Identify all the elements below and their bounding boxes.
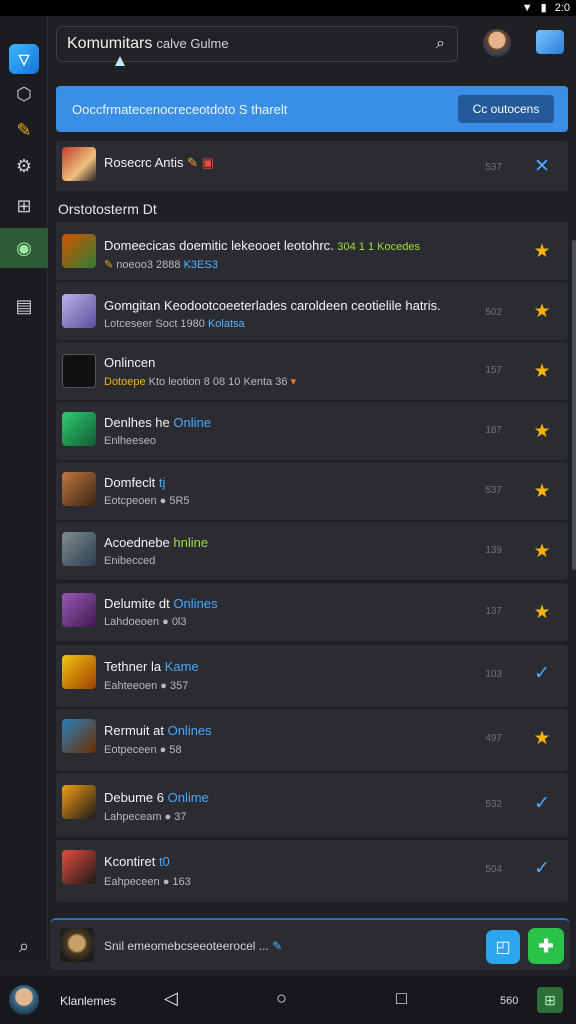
notification-banner: Ooccfrmatecenocreceotdoto S tharelt Cc o… — [56, 86, 568, 132]
status-time: 2:0 — [554, 2, 570, 14]
star-icon[interactable]: ★ — [530, 726, 554, 750]
list-item[interactable]: Domeecicas doemitic lekeooet leotohrc. 3… — [56, 222, 568, 280]
nav-recents-icon[interactable]: □ — [396, 988, 407, 1009]
search-rail-icon[interactable]: ⌕ — [0, 926, 48, 966]
app-logo-icon[interactable]: ▽ — [9, 44, 39, 74]
list-item[interactable]: Delumite dt Onlines Lahdoeoen ● 0l3 137 … — [56, 583, 568, 641]
message-composer: Snil emeomebcseeoteerocel ... ✎ ◰ ✚ — [50, 918, 570, 970]
search-icon[interactable]: ⌕ — [436, 35, 445, 53]
document-icon[interactable]: ▤ — [0, 286, 48, 326]
composer-input[interactable]: Snil emeomebcseeoteerocel ... ✎ — [104, 939, 282, 953]
list-item[interactable]: Denlhes he Online Enlheeseo 187 ★ — [56, 402, 568, 460]
side-rail: ▽ ⬡ ✎ ⚙ ⊞ ◉ ▤ ⌕ — [0, 16, 48, 960]
chat-icon[interactable]: ◉ — [0, 228, 48, 268]
check-icon[interactable]: ✓ — [530, 856, 554, 880]
star-icon[interactable]: ★ — [530, 359, 554, 383]
game-thumbnail — [62, 294, 96, 328]
game-thumbnail — [62, 719, 96, 753]
pinned-title: Rosecrc Antis ✎ ▣ — [104, 155, 214, 170]
section-heading: Orstotosterm Dt — [58, 201, 157, 217]
bottom-navigation: Klanlemes ◁ ○ □ 560 ⊞ — [0, 976, 576, 1024]
bottom-label: Klanlemes — [60, 994, 117, 1008]
status-bar: ▼ ▮ 2:0 — [0, 0, 576, 16]
game-thumbnail — [62, 472, 96, 506]
game-thumbnail — [62, 532, 96, 566]
list-item[interactable]: Kcontiret t0 Eahpeceen ● 163 504 ✓ — [56, 840, 568, 902]
pinned-count: 537 — [485, 162, 502, 173]
close-icon[interactable]: ✕ — [530, 154, 554, 178]
game-thumbnail — [62, 412, 96, 446]
apps-grid-icon[interactable]: ⊞ — [537, 987, 563, 1013]
star-icon[interactable]: ★ — [530, 419, 554, 443]
profile-avatar[interactable] — [9, 985, 39, 1015]
game-thumbnail — [62, 593, 96, 627]
list-item[interactable]: Debume 6 Onlime Lahpeceam ● 37 532 ✓ — [56, 773, 568, 837]
search-input[interactable]: Komumitars calve Gulme — [67, 35, 229, 53]
list-item[interactable]: Onlincen Dotoepe Kto leotion 8 08 10 Ken… — [56, 342, 568, 400]
package-icon[interactable] — [536, 30, 564, 54]
banner-text: Ooccfrmatecenocreceotdoto S tharelt — [72, 101, 288, 117]
check-icon[interactable]: ✓ — [530, 661, 554, 685]
check-icon[interactable]: ✓ — [530, 791, 554, 815]
pinned-row[interactable]: Rosecrc Antis ✎ ▣ 537 ✕ — [56, 141, 568, 191]
scrollbar[interactable] — [572, 240, 576, 570]
list-item[interactable]: Acoednebe hnline Enibecced 139 ★ — [56, 522, 568, 580]
send-button[interactable]: ✚ — [528, 928, 564, 964]
list-item[interactable]: Tethner la Kame Eahteeoen ● 357 103 ✓ — [56, 645, 568, 707]
star-icon[interactable]: ★ — [530, 539, 554, 563]
bottom-count: 560 — [500, 995, 519, 1007]
list-item[interactable]: Domfeclt tj Eotcpeoen ● 5R5 537 ★ — [56, 462, 568, 520]
nav-back-icon[interactable]: ◁ — [164, 988, 178, 1009]
star-icon[interactable]: ★ — [530, 239, 554, 263]
wifi-icon: ▼ — [521, 1, 533, 14]
back-hexagon-icon[interactable]: ⬡ — [0, 74, 48, 114]
game-thumbnail — [62, 234, 96, 268]
star-icon[interactable]: ★ — [530, 299, 554, 323]
banner-button[interactable]: Cc outocens — [458, 95, 554, 123]
game-thumbnail — [62, 785, 96, 819]
list-item[interactable]: Rermuit at Onlines Eotpeceen ● 58 497 ★ — [56, 709, 568, 771]
battery-icon: ▮ — [540, 1, 547, 14]
game-thumbnail — [62, 354, 96, 388]
game-thumbnail — [62, 655, 96, 689]
attach-button[interactable]: ◰ — [486, 930, 520, 964]
user-avatar[interactable] — [483, 29, 511, 57]
text-cursor-icon — [115, 56, 125, 66]
game-thumbnail — [62, 850, 96, 884]
game-thumbnail — [62, 147, 96, 181]
star-icon[interactable]: ★ — [530, 600, 554, 624]
grid-icon[interactable]: ⊞ — [0, 186, 48, 226]
nav-home-icon[interactable]: ○ — [276, 988, 287, 1009]
star-icon[interactable]: ★ — [530, 479, 554, 503]
list-item[interactable]: Gomgitan Keodootcoeeterlades caroldeen c… — [56, 282, 568, 340]
brush-icon[interactable]: ✎ — [0, 110, 48, 150]
composer-avatar — [60, 928, 94, 962]
settings-icon[interactable]: ⚙ — [0, 146, 48, 186]
